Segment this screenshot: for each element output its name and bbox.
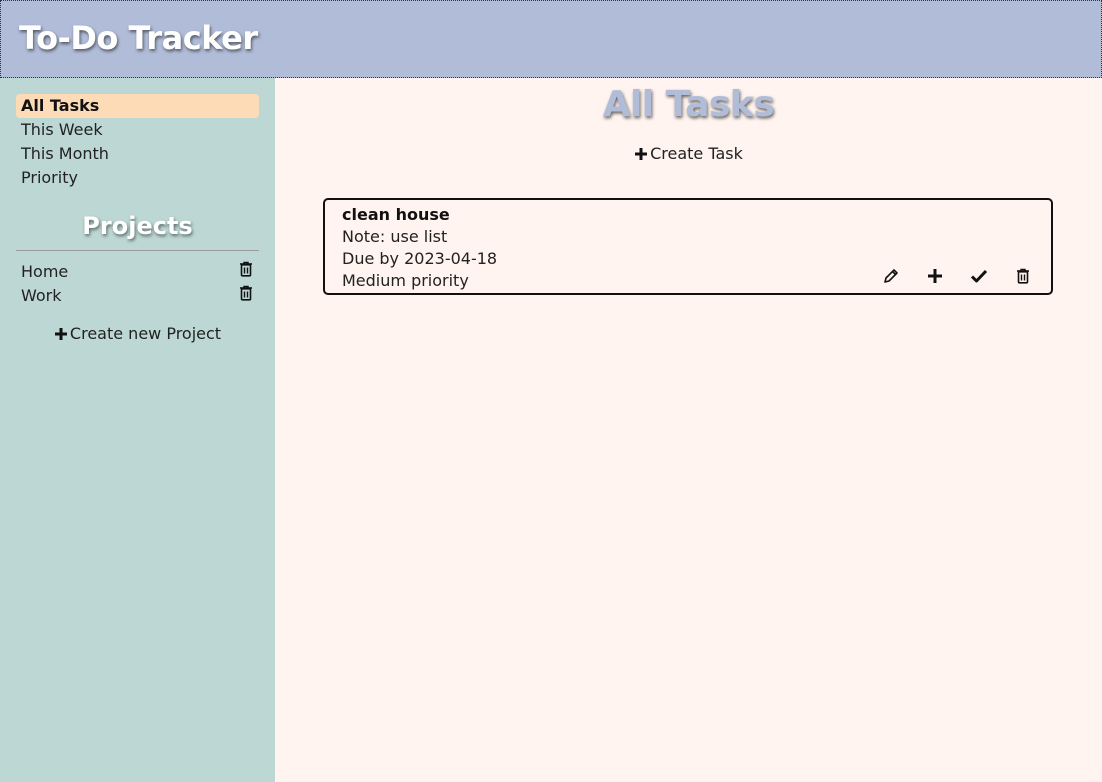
projects-divider [16, 250, 259, 251]
create-project-label: Create new Project [69, 324, 222, 343]
create-project-button[interactable]: Create new Project [16, 324, 259, 345]
app-header: To-Do Tracker [0, 0, 1102, 78]
project-list: Home Work [16, 260, 259, 308]
nav-item-priority[interactable]: Priority [16, 166, 259, 190]
trash-icon[interactable] [239, 260, 253, 284]
create-task-button[interactable]: Create Task [275, 144, 1102, 165]
trash-icon[interactable] [239, 284, 253, 308]
project-label: Work [21, 286, 62, 305]
project-item-work[interactable]: Work [16, 284, 259, 308]
task-title: clean house [342, 205, 450, 224]
task-details: clean house Note: use list Due by 2023-0… [342, 204, 497, 292]
main-content: All Tasks Create Task clean house Note: … [275, 78, 1102, 782]
sidebar: All Tasks This Week This Month Priority … [0, 78, 275, 782]
create-task-label: Create Task [650, 144, 743, 163]
pencil-icon[interactable] [879, 264, 903, 288]
nav-item-all-tasks[interactable]: All Tasks [16, 94, 259, 118]
task-note: Note: use list [342, 227, 448, 246]
task-priority: Medium priority [342, 271, 469, 290]
check-icon[interactable] [967, 264, 991, 288]
page-title: All Tasks [602, 84, 775, 125]
project-label: Home [21, 262, 69, 281]
app-title: To-Do Tracker [19, 19, 258, 57]
nav-item-this-week[interactable]: This Week [16, 118, 259, 142]
nav-item-this-month[interactable]: This Month [16, 142, 259, 166]
plus-icon[interactable] [923, 264, 947, 288]
task-due-date: Due by 2023-04-18 [342, 249, 498, 268]
trash-icon[interactable] [1011, 264, 1035, 288]
projects-heading: Projects [82, 212, 193, 240]
plus-icon [54, 326, 68, 345]
plus-icon [634, 146, 648, 165]
task-card[interactable]: clean house Note: use list Due by 2023-0… [323, 198, 1053, 295]
sidebar-nav: All Tasks This Week This Month Priority [16, 94, 259, 190]
task-actions [879, 264, 1035, 288]
project-item-home[interactable]: Home [16, 260, 259, 284]
